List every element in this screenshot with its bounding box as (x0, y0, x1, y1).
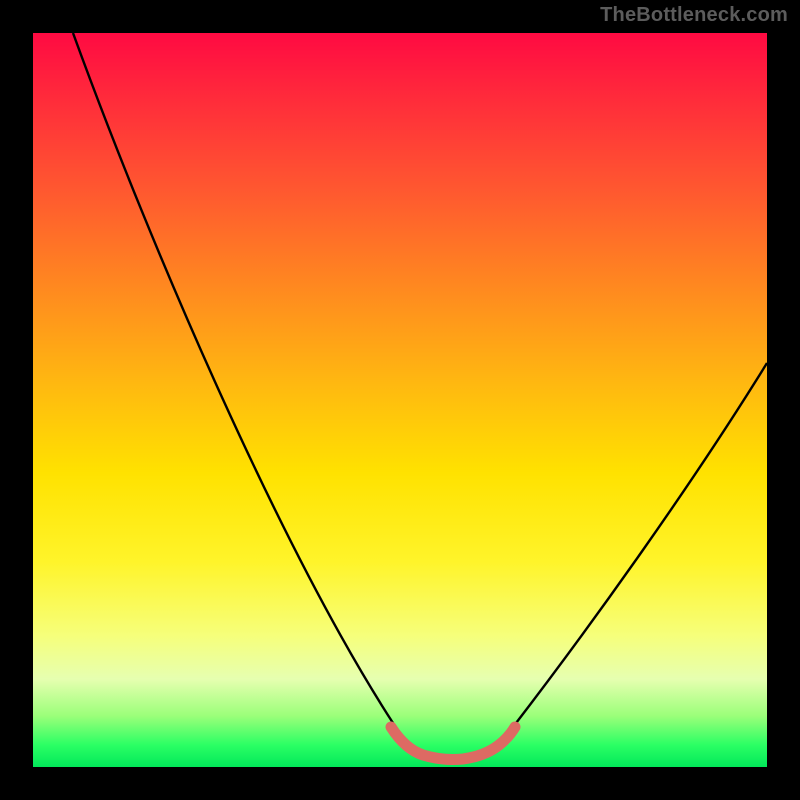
bottleneck-curve (73, 33, 767, 759)
flat-band-marker (391, 727, 515, 760)
curve-layer (33, 33, 767, 767)
watermark-text: TheBottleneck.com (600, 4, 788, 27)
plot-area (33, 33, 767, 767)
chart-frame: TheBottleneck.com (0, 0, 800, 800)
